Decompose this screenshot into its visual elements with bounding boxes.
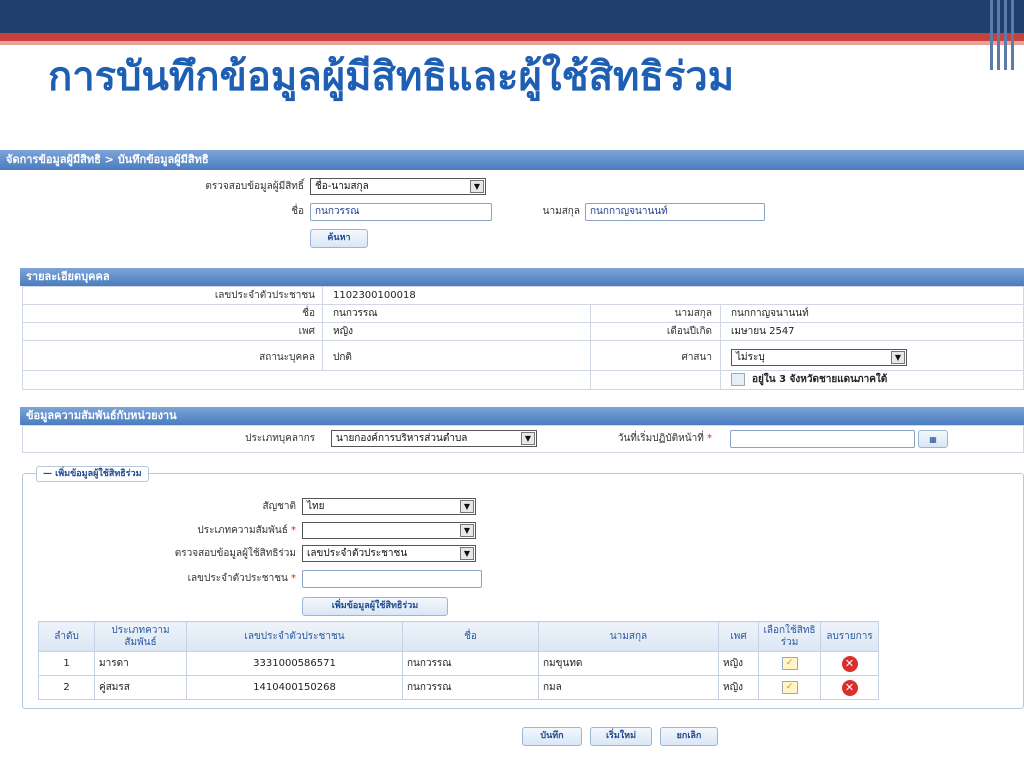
co-user-table: ลำดับ ประเภทความสัมพันธ์ เลขประจำตัวประช… [38, 621, 879, 700]
south-provinces-label: อยู่ใน 3 จังหวัดชายแดนภาคใต้ [752, 374, 888, 385]
cancel-button[interactable]: ยกเลิก [660, 727, 718, 746]
person-status-label: สถานะบุคคล [259, 352, 315, 363]
search-name-input[interactable]: กนกวรรณ [310, 203, 492, 221]
staff-type-select[interactable]: นายกองค์การบริหารส่วนตำบล ▼ [331, 430, 537, 447]
agency-header: ข้อมูลความสัมพันธ์กับหน่วยงาน [20, 407, 1024, 425]
person-surname-label: นามสกุล [674, 308, 712, 319]
staff-type-label: ประเภทบุคลากร [245, 433, 315, 444]
reset-button[interactable]: เริ่มใหม่ [590, 727, 652, 746]
person-name-label: ชื่อ [302, 308, 315, 319]
person-sex-label: เพศ [298, 326, 315, 337]
delete-icon[interactable]: ✕ [841, 655, 858, 672]
person-id-label: เลขประจำตัวประชาชน [214, 290, 315, 301]
slide-top-bar [0, 0, 1024, 33]
person-id-value: 1102300100018 [333, 290, 416, 301]
chevron-down-icon: ▼ [470, 180, 484, 193]
search-button[interactable]: ค้นหา [310, 229, 368, 248]
person-surname-value: กนกกาญจนานนท์ [731, 308, 809, 319]
relation-type-label: ประเภทความสัมพันธ์ * [197, 525, 296, 536]
row-select-cell: ✓ [758, 651, 821, 676]
app-window: จัดการข้อมูลผู้มีสิทธิ > บันทึกข้อมูลผู้… [0, 146, 1024, 768]
search-check-label: ตรวจสอบข้อมูลผู้มีสิทธิ์ [205, 181, 304, 192]
south-provinces-checkbox[interactable] [731, 373, 745, 386]
search-check-select[interactable]: ชื่อ-นามสกุล ▼ [310, 178, 486, 195]
co-user-legend[interactable]: — เพิ่มข้อมูลผู้ใช้สิทธิร่วม [36, 466, 149, 482]
row-delete-cell: ✕ [820, 675, 879, 700]
row-relation: คู่สมรส [94, 675, 187, 700]
add-co-user-button[interactable]: เพิ่มข้อมูลผู้ใช้สิทธิร่วม [302, 597, 448, 616]
row-sex: หญิง [718, 651, 759, 676]
row-no: 2 [38, 675, 95, 700]
slide-red-band-light [0, 41, 1024, 45]
col-header: นามสกุล [538, 621, 719, 652]
chevron-down-icon: ▼ [891, 351, 905, 364]
row-no: 1 [38, 651, 95, 676]
co-check-label: ตรวจสอบข้อมูลผู้ใช้สิทธิร่วม [174, 548, 296, 559]
chevron-down-icon: ▼ [460, 500, 474, 513]
calendar-icon[interactable]: ▦ [918, 430, 948, 448]
row-id: 3331000586571 [186, 651, 403, 676]
save-button[interactable]: บันทึก [522, 727, 582, 746]
person-religion-label: ศาสนา [681, 352, 712, 363]
slide-title: การบันทึกข้อมูลผู้มีสิทธิและผู้ใช้สิทธิร… [48, 54, 735, 100]
person-sex-value: หญิง [333, 326, 353, 337]
co-check-select[interactable]: เลขประจำตัวประชาชน ▼ [302, 545, 476, 562]
row-surname: กมขุนทด [538, 651, 719, 676]
nation-select[interactable]: ไทย ▼ [302, 498, 476, 515]
person-header: รายละเอียดบุคคล [20, 268, 1024, 286]
check-icon[interactable]: ✓ [781, 681, 798, 694]
relation-type-select[interactable]: ▼ [302, 522, 476, 539]
row-name: กนกวรรณ [402, 651, 539, 676]
row-sex: หญิง [718, 675, 759, 700]
nation-label: สัญชาติ [262, 501, 296, 512]
chevron-down-icon: ▼ [460, 524, 474, 537]
delete-icon[interactable]: ✕ [841, 679, 858, 696]
chevron-down-icon: ▼ [521, 432, 535, 445]
search-surname-label: นามสกุล [542, 206, 580, 217]
table-row: 2 คู่สมรส 1410400150268 กนกวรรณ กมล หญิง… [38, 675, 879, 700]
table-row: 1 มารดา 3331000586571 กนกวรรณ กมขุนทด หญ… [38, 651, 879, 676]
slide-stripes [990, 0, 1018, 70]
row-relation: มารดา [94, 651, 187, 676]
col-header: เลขประจำตัวประชาชน [186, 621, 403, 652]
col-header: ประเภทความสัมพันธ์ [94, 621, 187, 652]
person-birth-value: เมษายน 2547 [731, 326, 795, 337]
row-id: 1410400150268 [186, 675, 403, 700]
row-surname: กมล [538, 675, 719, 700]
col-header: เลือกใช้สิทธิร่วม [758, 621, 821, 652]
check-icon[interactable]: ✓ [781, 657, 798, 670]
start-date-label: วันที่เริ่มปฏิบัติหน้าที่ * [617, 433, 712, 444]
col-header: ลำดับ [38, 621, 95, 652]
col-header: ชื่อ [402, 621, 539, 652]
row-delete-cell: ✕ [820, 651, 879, 676]
breadcrumb: จัดการข้อมูลผู้มีสิทธิ > บันทึกข้อมูลผู้… [0, 150, 1024, 170]
slide-red-band [0, 33, 1024, 41]
row-name: กนกวรรณ [402, 675, 539, 700]
search-surname-input[interactable]: กนกกาญจนานนท์ [585, 203, 765, 221]
search-name-label: ชื่อ [291, 206, 304, 217]
person-status-value: ปกติ [333, 352, 352, 363]
row-select-cell: ✓ [758, 675, 821, 700]
person-birth-label: เดือนปีเกิด [666, 326, 712, 337]
chevron-down-icon: ▼ [460, 547, 474, 560]
col-header: เพศ [718, 621, 759, 652]
col-header: ลบรายการ [820, 621, 879, 652]
co-id-input[interactable] [302, 570, 482, 588]
start-date-input[interactable] [730, 430, 915, 448]
person-name-value: กนกวรรณ [333, 308, 378, 319]
co-id-label: เลขประจำตัวประชาชน * [187, 573, 296, 584]
religion-select[interactable]: ไม่ระบุ ▼ [731, 349, 907, 366]
